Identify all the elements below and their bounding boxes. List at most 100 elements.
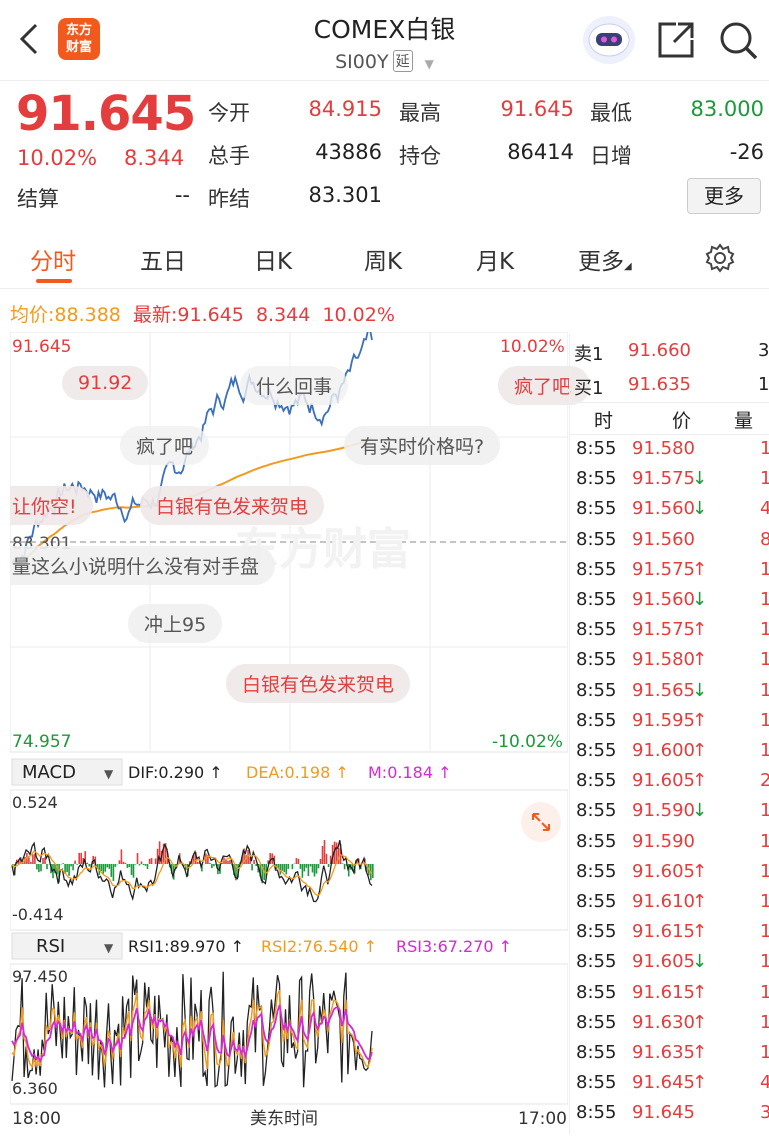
macd-bar: [209, 863, 211, 864]
macd-bar: [301, 864, 304, 878]
macd-bar: [108, 864, 111, 869]
macd-bar: [372, 864, 374, 878]
macd-bar: [154, 858, 157, 864]
macd-bar: [106, 864, 109, 868]
trade-row: 8:55 91.610 ↑ 1: [570, 891, 769, 919]
search-icon[interactable]: [718, 20, 760, 66]
macd-bar: [70, 864, 72, 867]
trade-row: 8:55 91.560 8: [570, 529, 769, 557]
trade-volume: 1: [760, 649, 769, 671]
trade-price: 91.560: [632, 528, 695, 550]
stat-value: 43886: [315, 140, 382, 164]
settings-gear-icon[interactable]: [704, 242, 736, 280]
more-stats-button[interactable]: 更多: [687, 178, 761, 214]
rsi1-value: RSI1:89.970 ↑: [128, 937, 244, 956]
assistant-robot-icon[interactable]: [583, 16, 635, 64]
macd-bar: [287, 864, 290, 869]
trade-price: 91.605: [632, 770, 695, 792]
rsi-max-label: 97.450: [12, 967, 68, 986]
macd-bar: [146, 864, 149, 869]
tab-monthly-k[interactable]: 月K: [476, 242, 514, 276]
y-max-label: 91.645: [12, 337, 71, 357]
trade-row: 8:55 91.560 ↓ 4: [570, 498, 769, 526]
macd-bar: [128, 864, 131, 868]
macd-bar: [80, 852, 82, 864]
macd-dif: DIF:0.290 ↑: [128, 763, 223, 782]
macd-bar: [227, 860, 229, 864]
expand-icon[interactable]: [521, 802, 561, 842]
stat-value: 91.645: [500, 97, 574, 121]
macd-bar: [291, 864, 294, 870]
macd-bar: [102, 864, 105, 874]
comment-bubble[interactable]: 让你空!: [10, 486, 93, 525]
macd-bar: [38, 864, 40, 873]
comment-bubble[interactable]: 有实时价格吗?: [344, 426, 501, 465]
macd-bar: [295, 858, 298, 864]
trade-direction-icon: ↑: [692, 558, 708, 580]
tab-daily-k[interactable]: 日K: [254, 242, 292, 276]
trade-row: 8:55 91.605 ↓ 1: [570, 951, 769, 979]
macd-dea: DEA:0.198 ↑: [246, 763, 349, 782]
macd-bar: [144, 864, 147, 866]
trade-volume: 1: [760, 740, 769, 761]
comment-bubble[interactable]: 冲上95: [128, 604, 223, 643]
trade-time: 8:55: [576, 740, 617, 761]
change-percent: 10.02%: [17, 146, 98, 170]
stat-value: 83.301: [308, 183, 382, 207]
trade-time: 8:55: [576, 498, 617, 520]
comment-bubble[interactable]: 91.92: [62, 366, 149, 400]
macd-bar: [42, 858, 44, 864]
tab-intraday[interactable]: 分时: [30, 242, 76, 276]
tab-more[interactable]: 更多◢: [578, 242, 632, 276]
trade-time: 8:55: [576, 1072, 617, 1094]
trade-time: 8:55: [576, 528, 617, 550]
stat-label: 最高: [399, 101, 441, 125]
col-price: 价: [672, 410, 692, 432]
macd-bar: [86, 862, 88, 864]
macd-bar: [78, 852, 80, 864]
trade-volume: 4: [760, 1072, 769, 1094]
trade-volume: 1: [760, 438, 769, 459]
x-start-label: 18:00: [12, 1109, 61, 1129]
trade-volume: 1: [760, 619, 769, 641]
macd-bar: [343, 864, 346, 870]
tab-weekly-k[interactable]: 周K: [364, 242, 402, 276]
tab-five-day[interactable]: 五日: [140, 242, 186, 276]
comment-bubble[interactable]: 疯了吧: [120, 426, 210, 465]
trade-direction-icon: ↑: [692, 860, 708, 882]
trade-row: 8:55 91.575 ↓ 1: [570, 468, 769, 496]
share-icon[interactable]: [656, 20, 696, 64]
trade-time: 8:55: [576, 1102, 617, 1124]
macd-bar: [211, 864, 213, 869]
macd-bar: [327, 864, 330, 868]
trade-volume: 1: [760, 981, 769, 1003]
trade-direction-icon: ↓: [692, 468, 708, 490]
trade-time: 8:55: [576, 891, 617, 912]
macd-bar: [341, 863, 344, 864]
macd-bar: [40, 864, 42, 872]
trade-time: 8:55: [576, 981, 617, 1003]
trade-row: 8:55 91.605 ↑ 1: [570, 861, 769, 889]
macd-bar: [285, 864, 288, 875]
macd-bar: [283, 864, 286, 873]
symbol-selector[interactable]: SI00Y 延 ▼: [0, 50, 769, 73]
latest-change: 8.344: [255, 304, 311, 326]
comment-bubble[interactable]: 白银有色发来贺电: [226, 664, 411, 703]
stat-value: 86414: [507, 140, 574, 164]
rsi2-value: RSI2:76.540 ↑: [261, 937, 377, 956]
macd-min-label: -0.414: [12, 905, 64, 924]
comment-bubble[interactable]: 什么回事: [240, 366, 349, 405]
dropdown-caret-icon: ▼: [104, 767, 114, 781]
trade-price: 91.580: [632, 649, 695, 671]
symbol-code: SI00Y: [335, 51, 389, 73]
last-price: 91.645: [16, 86, 196, 142]
macd-bar: [311, 864, 314, 873]
macd-bar: [132, 864, 135, 878]
trade-row: 8:55 91.565 ↓ 1: [570, 680, 769, 708]
trade-time: 8:55: [576, 951, 617, 973]
comment-bubble[interactable]: 量这么小说明什么没有对手盘: [10, 546, 276, 585]
trade-row: 8:55 91.630 ↑ 1: [570, 1012, 769, 1040]
macd-m: M:0.184 ↑: [368, 763, 452, 782]
trade-direction-icon: ↑: [692, 649, 708, 671]
comment-bubble[interactable]: 白银有色发来贺电: [140, 486, 325, 525]
